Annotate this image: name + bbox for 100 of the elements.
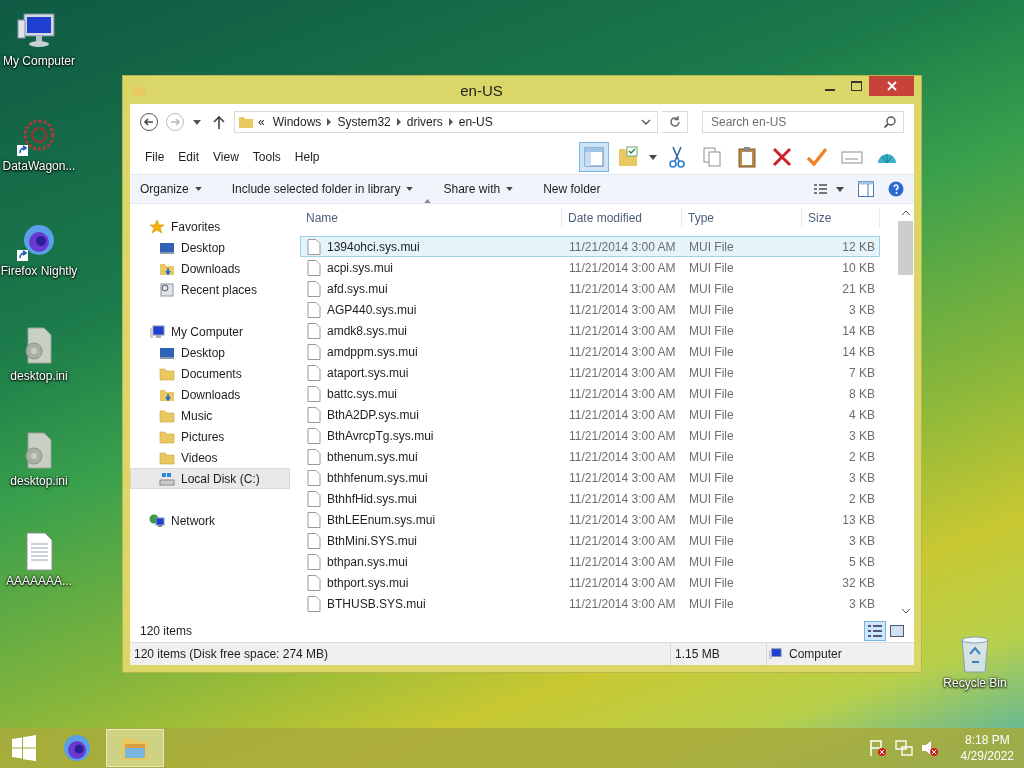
chevron-up-icon [901,210,910,215]
date-cell-text: 11/21/2014 3:00 AM [568,428,677,443]
column-header[interactable]: Size [802,208,880,228]
view-options-icon[interactable] [814,183,844,195]
refresh-button[interactable] [662,111,688,133]
type-cell-text: MUI File [688,281,735,296]
file-row[interactable]: BthAvrcpTg.sys.mui 11/21/2014 3:00 AM MUI File 3 KB [300,425,880,446]
command-button[interactable]: New folder [543,182,601,196]
file-row[interactable]: BTHUSB.SYS.mui 11/21/2014 3:00 AM MUI File 3 KB [300,593,880,614]
breadcrumb[interactable]: en-US [454,115,497,129]
file-icon [307,574,321,591]
preview-pane-icon[interactable] [858,181,874,197]
muted-speaker-icon[interactable] [920,739,939,757]
file-row[interactable]: amdk8.sys.mui 11/21/2014 3:00 AM MUI File 14 KB [300,320,880,341]
breadcrumb[interactable]: System32 [333,115,395,129]
size-cell-text: 3 KB [848,428,876,443]
menu-item[interactable]: View [206,148,246,166]
sort-arrow-icon [424,199,431,203]
nav-item[interactable]: Network [130,510,290,531]
folder-icon [159,407,175,424]
file-row[interactable]: bthenum.sys.mui 11/21/2014 3:00 AM MUI File 2 KB [300,446,880,467]
file-name: battc.sys.mui [327,386,398,401]
desktop-icon-label[interactable]: My Computer [3,54,75,69]
nav-item[interactable]: Desktop [130,342,290,363]
menu-item[interactable]: Help [287,148,327,166]
date-cell-text: 11/21/2014 3:00 AM [568,554,677,569]
nav-item[interactable]: Pictures [130,426,290,447]
nav-item[interactable]: Downloads [130,258,290,279]
nav-item[interactable]: Downloads [130,384,290,405]
nav-item[interactable]: Local Disk (C:) [130,468,290,489]
nav-item[interactable]: Favorites [130,216,290,237]
scrollbar-thumb[interactable] [898,221,913,275]
column-header[interactable]: Date modified [562,208,682,228]
nav-item[interactable]: Videos [130,447,290,468]
windows-logo-icon [11,735,37,761]
type-cell-text: MUI File [688,407,735,422]
breadcrumb[interactable]: « [254,115,269,129]
chevron-down-icon [901,609,910,614]
date-cell-text: 11/21/2014 3:00 AM [568,260,677,275]
file-row[interactable]: BthhfHid.sys.mui 11/21/2014 3:00 AM MUI File 2 KB [300,488,880,509]
browser-icon [62,733,92,763]
desktop-icon-label[interactable]: desktop.ini [10,369,68,384]
details-view-button[interactable] [864,621,886,641]
file-row[interactable]: bthpan.sys.mui 11/21/2014 3:00 AM MUI File 5 KB [300,551,880,572]
nav-item[interactable]: Music [130,405,290,426]
caret-icon [194,187,202,191]
chevron-down-icon [641,119,651,125]
nav-item[interactable]: My Computer [130,321,290,342]
type-cell-text: MUI File [688,260,735,275]
nav-item[interactable]: Documents [130,363,290,384]
file-row[interactable]: 1394ohci.sys.mui 11/21/2014 3:00 AM MUI File 12 KB [300,236,880,257]
file-row[interactable]: BthLEEnum.sys.mui 11/21/2014 3:00 AM MUI File 13 KB [300,509,880,530]
command-button[interactable]: Include selected folder in library [231,182,414,196]
file-row[interactable]: bthport.sys.mui 11/21/2014 3:00 AM MUI File 32 KB [300,572,880,593]
back-button[interactable] [138,111,160,133]
date-cell-text: 11/21/2014 3:00 AM [568,239,677,254]
type-cell-text: MUI File [688,302,735,317]
command-button[interactable]: Organize [140,182,202,196]
refresh-icon [668,116,681,128]
file-row[interactable]: bthhfenum.sys.mui 11/21/2014 3:00 AM MUI File 3 KB [300,467,880,488]
file-row[interactable]: afd.sys.mui 11/21/2014 3:00 AM MUI File 21 KB [300,278,880,299]
folder-icon [159,449,175,466]
file-row[interactable]: AGP440.sys.mui 11/21/2014 3:00 AM MUI File 3 KB [300,299,880,320]
breadcrumb[interactable]: Windows [268,115,326,129]
column-header[interactable]: Type [682,208,802,228]
date-cell-text: 11/21/2014 3:00 AM [568,596,677,611]
chevron-icon [325,118,334,126]
command-button[interactable]: Share with [443,182,514,196]
breadcrumb[interactable]: drivers [402,115,447,129]
desktop-icon-label[interactable]: Firefox Nightly [0,264,78,279]
menu-item[interactable]: Tools [245,148,288,166]
file-name: BthhfHid.sys.mui [327,491,418,506]
menu-item[interactable]: Edit [171,148,207,166]
caret-icon [193,119,201,125]
help-icon[interactable] [888,181,904,197]
nav-item[interactable]: Recent places [130,279,290,300]
file-row[interactable]: ataport.sys.mui 11/21/2014 3:00 AM MUI File 7 KB [300,362,880,383]
search-field[interactable]: Search en-US [702,111,904,133]
folder-icon [159,365,175,382]
file-row[interactable]: acpi.sys.mui 11/21/2014 3:00 AM MUI File 10 KB [300,257,880,278]
file-row[interactable]: BthMini.SYS.mui 11/21/2014 3:00 AM MUI File 3 KB [300,530,880,551]
file-row[interactable]: battc.sys.mui 11/21/2014 3:00 AM MUI File 8 KB [300,383,880,404]
chevron-icon [394,118,403,126]
file-icon [307,532,321,549]
address-bar[interactable]: « Windows System32 drivers en-US [234,111,658,133]
nav-item[interactable]: Desktop [130,237,290,258]
search-icon [884,116,896,128]
caret-icon[interactable] [649,154,657,160]
menu-item[interactable]: File [138,148,172,166]
file-icon [307,595,321,612]
file-row[interactable]: amdppm.sys.mui 11/21/2014 3:00 AM MUI File 14 KB [300,341,880,362]
close-icon [886,81,897,91]
desktop-icon-label[interactable]: DataWagon... [2,159,76,174]
file-icon [307,322,321,339]
column-header[interactable]: Name [300,208,562,228]
file-icon [307,406,321,423]
size-cell-text: 3 KB [848,596,876,611]
close-button[interactable] [869,76,914,96]
action-center-flag-icon[interactable] [868,739,887,757]
file-row[interactable]: BthA2DP.sys.mui 11/21/2014 3:00 AM MUI File 4 KB [300,404,880,425]
